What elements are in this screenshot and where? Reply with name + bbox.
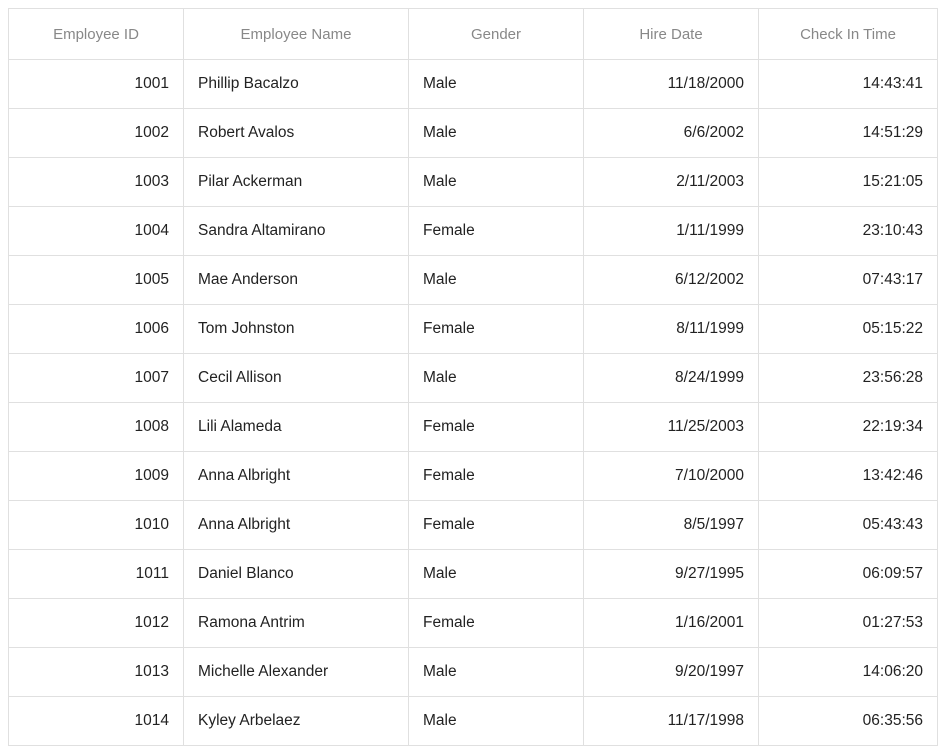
- table-row[interactable]: 1010Anna AlbrightFemale8/5/199705:43:43: [8, 501, 938, 550]
- cell-employee-id[interactable]: 1010: [8, 501, 183, 550]
- cell-employee-name[interactable]: Ramona Antrim: [183, 599, 408, 648]
- cell-employee-name[interactable]: Anna Albright: [183, 501, 408, 550]
- cell-check-in-time[interactable]: 14:06:20: [758, 648, 938, 697]
- cell-check-in-time[interactable]: 15:21:05: [758, 158, 938, 207]
- cell-employee-name[interactable]: Mae Anderson: [183, 256, 408, 305]
- cell-check-in-time[interactable]: 05:43:43: [758, 501, 938, 550]
- cell-hire-date[interactable]: 9/27/1995: [583, 550, 758, 599]
- cell-gender[interactable]: Male: [408, 550, 583, 599]
- cell-employee-id[interactable]: 1006: [8, 305, 183, 354]
- cell-hire-date[interactable]: 1/16/2001: [583, 599, 758, 648]
- cell-hire-date[interactable]: 11/18/2000: [583, 60, 758, 109]
- cell-gender[interactable]: Female: [408, 207, 583, 256]
- table-row[interactable]: 1008Lili AlamedaFemale11/25/200322:19:34: [8, 403, 938, 452]
- table-row[interactable]: 1011Daniel BlancoMale9/27/199506:09:57: [8, 550, 938, 599]
- cell-gender[interactable]: Female: [408, 305, 583, 354]
- cell-hire-date[interactable]: 11/17/1998: [583, 697, 758, 746]
- cell-gender[interactable]: Female: [408, 501, 583, 550]
- table-row[interactable]: 1013Michelle AlexanderMale9/20/199714:06…: [8, 648, 938, 697]
- cell-hire-date[interactable]: 2/11/2003: [583, 158, 758, 207]
- cell-hire-date[interactable]: 6/6/2002: [583, 109, 758, 158]
- table-row[interactable]: 1004Sandra AltamiranoFemale1/11/199923:1…: [8, 207, 938, 256]
- cell-check-in-time[interactable]: 06:09:57: [758, 550, 938, 599]
- cell-hire-date[interactable]: 6/12/2002: [583, 256, 758, 305]
- cell-employee-id[interactable]: 1013: [8, 648, 183, 697]
- table-row[interactable]: 1012Ramona AntrimFemale1/16/200101:27:53: [8, 599, 938, 648]
- table-row[interactable]: 1002Robert AvalosMale6/6/200214:51:29: [8, 109, 938, 158]
- cell-gender[interactable]: Male: [408, 648, 583, 697]
- table-row[interactable]: 1001Phillip BacalzoMale11/18/200014:43:4…: [8, 60, 938, 109]
- cell-gender[interactable]: Female: [408, 599, 583, 648]
- cell-gender[interactable]: Male: [408, 354, 583, 403]
- cell-employee-id[interactable]: 1005: [8, 256, 183, 305]
- cell-check-in-time[interactable]: 23:56:28: [758, 354, 938, 403]
- header-employee-id[interactable]: Employee ID: [8, 8, 183, 60]
- cell-check-in-time[interactable]: 06:35:56: [758, 697, 938, 746]
- cell-employee-id[interactable]: 1001: [8, 60, 183, 109]
- cell-gender[interactable]: Male: [408, 60, 583, 109]
- cell-employee-name[interactable]: Lili Alameda: [183, 403, 408, 452]
- cell-employee-name[interactable]: Phillip Bacalzo: [183, 60, 408, 109]
- cell-employee-name[interactable]: Michelle Alexander: [183, 648, 408, 697]
- cell-check-in-time[interactable]: 14:43:41: [758, 60, 938, 109]
- cell-check-in-time[interactable]: 13:42:46: [758, 452, 938, 501]
- cell-employee-name[interactable]: Sandra Altamirano: [183, 207, 408, 256]
- cell-employee-name[interactable]: Cecil Allison: [183, 354, 408, 403]
- cell-employee-id[interactable]: 1012: [8, 599, 183, 648]
- cell-gender[interactable]: Male: [408, 109, 583, 158]
- cell-check-in-time[interactable]: 05:15:22: [758, 305, 938, 354]
- header-gender[interactable]: Gender: [408, 8, 583, 60]
- cell-gender[interactable]: Male: [408, 697, 583, 746]
- table-row[interactable]: 1014Kyley ArbelaezMale11/17/199806:35:56: [8, 697, 938, 746]
- cell-hire-date[interactable]: 9/20/1997: [583, 648, 758, 697]
- cell-employee-id[interactable]: 1007: [8, 354, 183, 403]
- cell-check-in-time[interactable]: 22:19:34: [758, 403, 938, 452]
- table-header-row: Employee ID Employee Name Gender Hire Da…: [8, 8, 938, 60]
- header-check-in-time[interactable]: Check In Time: [758, 8, 938, 60]
- cell-hire-date[interactable]: 8/11/1999: [583, 305, 758, 354]
- cell-employee-id[interactable]: 1008: [8, 403, 183, 452]
- cell-employee-name[interactable]: Pilar Ackerman: [183, 158, 408, 207]
- cell-employee-name[interactable]: Kyley Arbelaez: [183, 697, 408, 746]
- cell-employee-id[interactable]: 1003: [8, 158, 183, 207]
- cell-gender[interactable]: Female: [408, 452, 583, 501]
- cell-hire-date[interactable]: 11/25/2003: [583, 403, 758, 452]
- table-row[interactable]: 1005Mae AndersonMale6/12/200207:43:17: [8, 256, 938, 305]
- cell-gender[interactable]: Male: [408, 158, 583, 207]
- cell-employee-name[interactable]: Tom Johnston: [183, 305, 408, 354]
- employee-table-container: Employee ID Employee Name Gender Hire Da…: [0, 0, 944, 754]
- cell-employee-id[interactable]: 1004: [8, 207, 183, 256]
- cell-check-in-time[interactable]: 23:10:43: [758, 207, 938, 256]
- header-employee-name[interactable]: Employee Name: [183, 8, 408, 60]
- cell-employee-id[interactable]: 1011: [8, 550, 183, 599]
- cell-gender[interactable]: Male: [408, 256, 583, 305]
- employee-table: Employee ID Employee Name Gender Hire Da…: [8, 8, 938, 746]
- table-row[interactable]: 1007Cecil AllisonMale8/24/199923:56:28: [8, 354, 938, 403]
- cell-hire-date[interactable]: 1/11/1999: [583, 207, 758, 256]
- cell-employee-name[interactable]: Anna Albright: [183, 452, 408, 501]
- header-hire-date[interactable]: Hire Date: [583, 8, 758, 60]
- cell-hire-date[interactable]: 7/10/2000: [583, 452, 758, 501]
- table-row[interactable]: 1009Anna AlbrightFemale7/10/200013:42:46: [8, 452, 938, 501]
- table-row[interactable]: 1003Pilar AckermanMale2/11/200315:21:05: [8, 158, 938, 207]
- cell-hire-date[interactable]: 8/5/1997: [583, 501, 758, 550]
- cell-hire-date[interactable]: 8/24/1999: [583, 354, 758, 403]
- cell-check-in-time[interactable]: 07:43:17: [758, 256, 938, 305]
- cell-employee-id[interactable]: 1002: [8, 109, 183, 158]
- cell-check-in-time[interactable]: 01:27:53: [758, 599, 938, 648]
- cell-gender[interactable]: Female: [408, 403, 583, 452]
- cell-employee-id[interactable]: 1009: [8, 452, 183, 501]
- cell-check-in-time[interactable]: 14:51:29: [758, 109, 938, 158]
- cell-employee-name[interactable]: Robert Avalos: [183, 109, 408, 158]
- table-row[interactable]: 1006Tom JohnstonFemale8/11/199905:15:22: [8, 305, 938, 354]
- cell-employee-id[interactable]: 1014: [8, 697, 183, 746]
- cell-employee-name[interactable]: Daniel Blanco: [183, 550, 408, 599]
